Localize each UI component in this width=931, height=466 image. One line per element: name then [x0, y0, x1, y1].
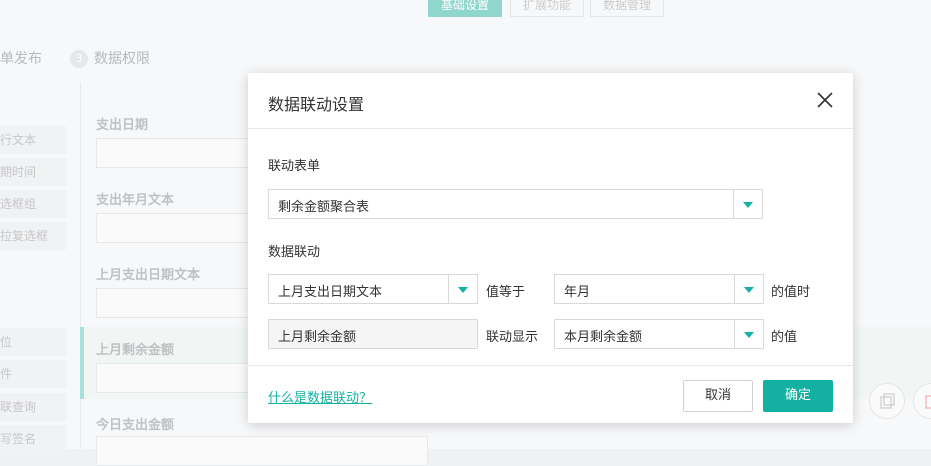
field-label: 今日支出金额: [96, 418, 175, 433]
steps-bar: 单发布 3 数据权限: [0, 40, 931, 74]
select-value: 上月支出日期文本: [278, 285, 383, 300]
sidebar-item[interactable]: 期时间: [0, 158, 66, 186]
select-value: 剩余金额聚合表: [278, 200, 370, 215]
linked-form-label: 联动表单: [268, 159, 321, 174]
copy-icon[interactable]: [869, 383, 905, 419]
help-link[interactable]: 什么是数据联动？: [268, 387, 372, 406]
rule1-operator: 值等于: [486, 285, 526, 300]
chevron-down-icon[interactable]: [448, 275, 477, 303]
chevron-down-icon[interactable]: [734, 320, 763, 348]
rule2-source-field: 上月剩余金额: [268, 319, 478, 349]
step-label: 数据权限: [94, 51, 150, 67]
rule1-source-select[interactable]: 上月支出日期文本: [268, 274, 478, 304]
field-label: 上月剩余金额: [96, 343, 175, 358]
ok-button[interactable]: 确定: [763, 380, 833, 412]
field-label: 支出日期: [96, 118, 149, 133]
top-tabs: 基础设置 扩展功能 数据管理: [0, 0, 931, 18]
step-label: 单发布: [0, 51, 42, 67]
sidebar-item[interactable]: 行文本: [0, 126, 66, 154]
tab-basic-settings[interactable]: 基础设置: [428, 0, 503, 17]
select-value: 本月剩余金额: [564, 330, 643, 345]
sidebar-item[interactable]: 联查询: [0, 393, 66, 421]
rule2-target-select[interactable]: 本月剩余金额: [554, 319, 764, 349]
dialog-body: 联动表单 剩余金额聚合表 数据联动 上月支出日期文本 值等于 年月 的值时 上月…: [248, 129, 853, 366]
cancel-button[interactable]: 取消: [683, 380, 753, 412]
close-icon[interactable]: [815, 90, 835, 110]
dialog-footer: 什么是数据联动？ 取消 确定: [248, 366, 853, 424]
rule1-target-select[interactable]: 年月: [554, 274, 764, 304]
step-publish[interactable]: 单发布: [0, 48, 42, 68]
select-value: 年月: [564, 285, 591, 300]
data-link-label: 数据联动: [268, 245, 321, 260]
dialog-header: 数据联动设置: [248, 73, 853, 129]
sidebar-item[interactable]: 位: [0, 328, 66, 356]
field-box[interactable]: [96, 436, 428, 466]
step-data-permission[interactable]: 3 数据权限: [70, 48, 150, 68]
tab-extensions[interactable]: 扩展功能: [510, 0, 585, 17]
delete-icon[interactable]: [913, 383, 931, 419]
component-sidebar: 行文本 期时间 选框组 拉复选框 位 件 联查询 写签名: [0, 82, 81, 453]
field-label: 上月支出日期文本: [96, 268, 201, 283]
field-value: 上月剩余金额: [278, 330, 357, 345]
data-link-dialog: 数据联动设置 联动表单 剩余金额聚合表 数据联动 上月支出日期文本 值等于 年月…: [248, 73, 853, 423]
rule2-suffix: 的值: [771, 330, 798, 345]
field-label: 支出年月文本: [96, 193, 175, 208]
sidebar-item[interactable]: 件: [0, 360, 66, 388]
linked-form-select[interactable]: 剩余金额聚合表: [268, 189, 763, 219]
dialog-title: 数据联动设置: [268, 95, 365, 114]
step-number: 3: [70, 50, 88, 68]
sidebar-item[interactable]: 选框组: [0, 190, 66, 218]
tab-data-management[interactable]: 数据管理: [590, 0, 665, 17]
chevron-down-icon[interactable]: [733, 190, 762, 218]
rule2-operator: 联动显示: [486, 330, 539, 345]
sidebar-item[interactable]: 拉复选框: [0, 222, 66, 250]
chevron-down-icon[interactable]: [734, 275, 763, 303]
rule1-suffix: 的值时: [771, 285, 811, 300]
